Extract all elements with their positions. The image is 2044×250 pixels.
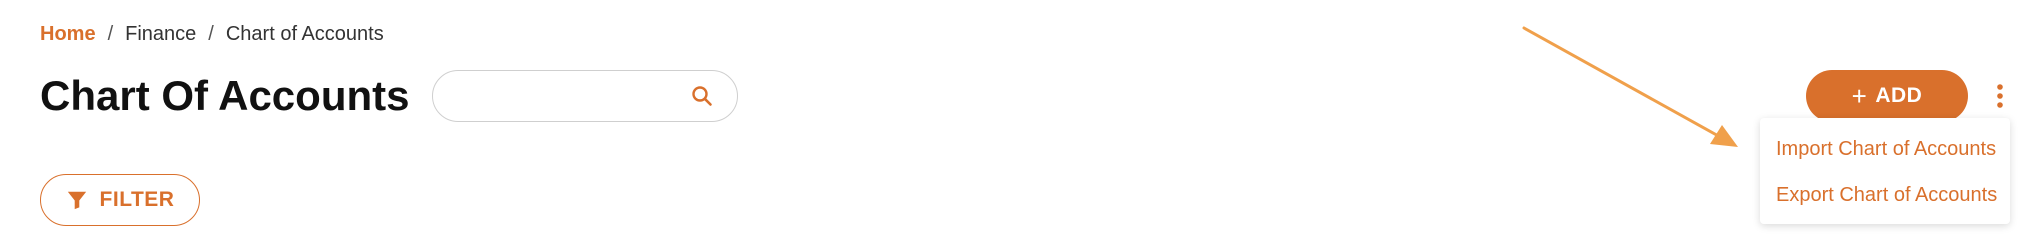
search-input[interactable]	[433, 70, 687, 122]
more-actions-menu: Import Chart of Accounts Export Chart of…	[1760, 118, 2010, 224]
add-button[interactable]: + ADD	[1806, 70, 1968, 122]
filter-button[interactable]: FILTER	[40, 174, 200, 226]
funnel-icon	[66, 189, 88, 211]
page: Home / Finance / Chart of Accounts Chart…	[0, 0, 2044, 250]
breadcrumb-current: Chart of Accounts	[225, 23, 384, 45]
menu-item-import-chart-of-accounts[interactable]: Import Chart of Accounts	[1760, 126, 2010, 172]
breadcrumb-separator: /	[208, 23, 214, 45]
menu-item-export-chart-of-accounts[interactable]: Export Chart of Accounts	[1760, 172, 2010, 218]
add-button-label: ADD	[1875, 84, 1923, 107]
breadcrumb: Home / Finance / Chart of Accounts	[40, 20, 384, 48]
search-box	[432, 70, 738, 122]
breadcrumb-separator: /	[107, 23, 114, 45]
breadcrumb-finance-link[interactable]: Finance	[125, 20, 196, 48]
plus-icon: +	[1851, 81, 1868, 111]
kebab-menu-icon[interactable]	[1988, 78, 2012, 114]
page-title: Chart Of Accounts	[40, 72, 410, 119]
search-icon[interactable]	[687, 81, 717, 111]
breadcrumb-home-link[interactable]: Home	[40, 20, 96, 48]
filter-button-label: FILTER	[99, 188, 175, 211]
